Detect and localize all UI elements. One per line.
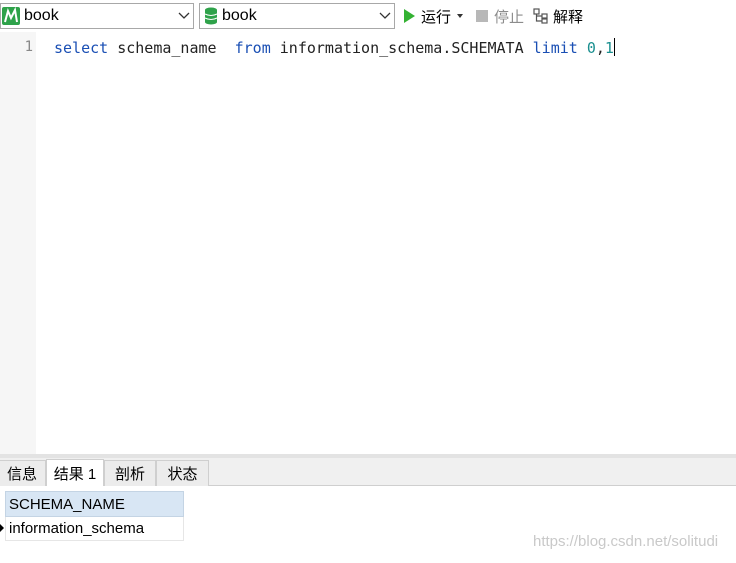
connection-select[interactable]: book [0, 3, 194, 29]
tab-profile[interactable]: 剖析 [104, 460, 156, 486]
database-select[interactable]: book [199, 3, 395, 29]
column-header[interactable]: SCHEMA_NAME [5, 491, 184, 517]
watermark: https://blog.csdn.net/solitudi [533, 533, 719, 550]
line-number-gutter: 1 [0, 32, 36, 454]
code-line[interactable]: select schema_name from information_sche… [54, 38, 615, 57]
database-icon [204, 7, 218, 25]
explain-button[interactable]: 解释 [533, 3, 583, 29]
tab-status[interactable]: 状态 [156, 460, 209, 486]
explain-icon [533, 8, 548, 24]
keyword-from: from [234, 39, 271, 57]
stop-button-label: 停止 [494, 8, 525, 26]
table-row[interactable]: information_schema [5, 517, 184, 541]
explain-button-label: 解释 [553, 8, 584, 26]
run-dropdown-caret-icon[interactable] [457, 14, 464, 18]
sql-editor[interactable]: 1 select schema_name from information_sc… [0, 32, 736, 454]
text-caret [613, 38, 615, 56]
stop-button[interactable]: 停止 [476, 3, 524, 29]
chevron-down-icon[interactable] [175, 4, 193, 28]
database-select-value: book [222, 7, 257, 24]
run-button[interactable]: 运行 [404, 3, 464, 29]
identifier-column: schema_name [108, 39, 235, 57]
play-icon [404, 9, 415, 23]
comma-token: , [595, 39, 605, 57]
current-row-indicator-icon [0, 524, 4, 532]
chevron-down-icon[interactable] [376, 4, 394, 28]
tab-result-1[interactable]: 结果 1 [46, 459, 104, 486]
result-tabs: 信息 结果 1 剖析 状态 [0, 458, 736, 486]
connection-select-value: book [24, 7, 59, 24]
tab-info[interactable]: 信息 [0, 460, 46, 486]
run-button-label: 运行 [421, 8, 452, 26]
toolbar: book book 运行 停止 解释 [0, 0, 736, 32]
number-offset: 0 [586, 39, 596, 57]
keyword-select: select [54, 39, 109, 57]
keyword-limit: limit [532, 39, 578, 57]
identifier-table: information_schema.SCHEMATA [270, 39, 533, 57]
stop-icon [476, 10, 488, 22]
line-number: 1 [24, 39, 33, 55]
table-cell[interactable]: information_schema [9, 520, 144, 537]
number-count: 1 [604, 39, 614, 57]
mysql-connection-icon [2, 6, 20, 25]
